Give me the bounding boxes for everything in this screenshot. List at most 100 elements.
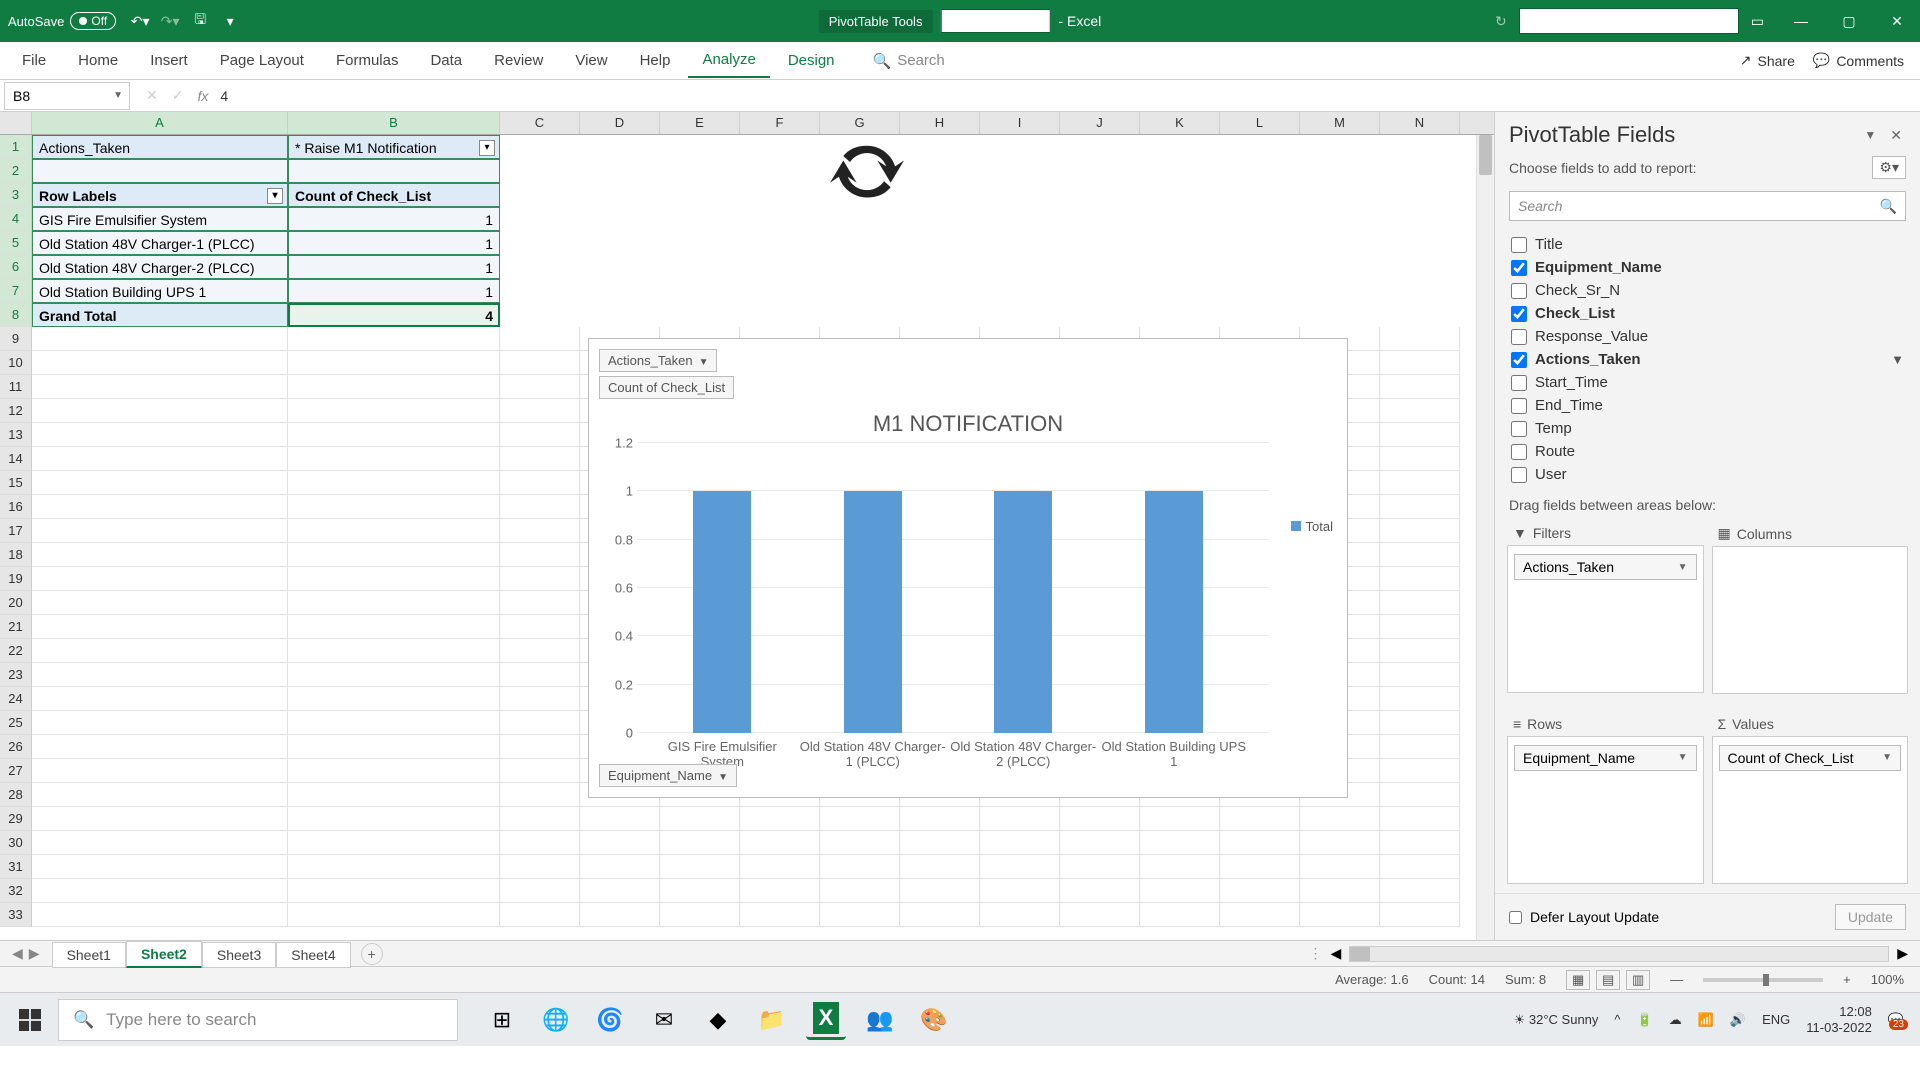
field-item[interactable]: Actions_Taken▼ <box>1505 348 1910 371</box>
row-header[interactable]: 23 <box>0 663 32 687</box>
area-item-filter[interactable]: Actions_Taken▼ <box>1514 554 1697 580</box>
row-header[interactable]: 20 <box>0 591 32 615</box>
col-header-e[interactable]: E <box>660 112 740 134</box>
row-header[interactable]: 26 <box>0 735 32 759</box>
row-header[interactable]: 1 <box>0 135 32 159</box>
clock[interactable]: 12:08 11-03-2022 <box>1806 1004 1872 1035</box>
prev-sheet-icon[interactable]: ◀ <box>12 945 23 962</box>
zoom-level[interactable]: 100% <box>1871 972 1904 987</box>
row-header[interactable]: 12 <box>0 399 32 423</box>
weather-widget[interactable]: ☀ 32°C Sunny <box>1514 1012 1599 1028</box>
row-header[interactable]: 11 <box>0 375 32 399</box>
field-checkbox[interactable] <box>1511 467 1527 483</box>
app-icon[interactable]: ◆ <box>698 1000 738 1040</box>
field-checkbox[interactable] <box>1511 306 1527 322</box>
chevron-down-icon[interactable]: ▼ <box>113 90 123 101</box>
tell-me-search[interactable]: 🔍 Search <box>873 52 945 70</box>
row-header[interactable]: 10 <box>0 351 32 375</box>
pivot-grand-total-label[interactable]: Grand Total <box>32 303 288 327</box>
col-header-d[interactable]: D <box>580 112 660 134</box>
area-item-row[interactable]: Equipment_Name▼ <box>1514 745 1697 771</box>
row-header[interactable]: 15 <box>0 471 32 495</box>
save-icon[interactable]: 🖫 <box>190 11 210 31</box>
close-button[interactable]: ✕ <box>1882 6 1912 36</box>
col-header-f[interactable]: F <box>740 112 820 134</box>
next-sheet-icon[interactable]: ▶ <box>29 945 40 962</box>
field-checkbox[interactable] <box>1511 352 1527 368</box>
field-item[interactable]: Temp <box>1505 417 1910 440</box>
field-item[interactable]: Start_Time <box>1505 371 1910 394</box>
sheet-tab[interactable]: Sheet1 <box>52 942 126 968</box>
row-header[interactable]: 2 <box>0 159 32 183</box>
pivot-value[interactable]: 1 <box>288 279 500 303</box>
field-checkbox[interactable] <box>1511 421 1527 437</box>
onedrive-icon[interactable]: ☁ <box>1669 1012 1682 1028</box>
sheet-tab[interactable]: Sheet2 <box>126 941 202 968</box>
pivot-row[interactable]: Old Station Building UPS 1 <box>32 279 288 303</box>
minimize-button[interactable]: — <box>1786 6 1816 36</box>
excel-icon[interactable]: X <box>806 1000 846 1040</box>
row-header[interactable]: 14 <box>0 447 32 471</box>
col-header-k[interactable]: K <box>1140 112 1220 134</box>
tab-analyze[interactable]: Analyze <box>688 43 769 78</box>
pivot-filter-value[interactable]: * Raise M1 Notification ▾ <box>288 135 500 159</box>
chart-legend[interactable]: Total <box>1291 519 1333 534</box>
filters-area[interactable]: Actions_Taken▼ <box>1507 545 1704 693</box>
row-header[interactable]: 19 <box>0 567 32 591</box>
col-header-a[interactable]: A <box>32 112 288 134</box>
col-header-n[interactable]: N <box>1380 112 1460 134</box>
comments-button[interactable]: 💬Comments <box>1813 52 1904 69</box>
document-title-input[interactable] <box>940 9 1050 33</box>
row-header[interactable]: 16 <box>0 495 32 519</box>
chart-axis-button[interactable]: Equipment_Name▼ <box>599 764 737 787</box>
page-layout-view-icon[interactable]: ▤ <box>1596 970 1620 990</box>
tab-help[interactable]: Help <box>626 44 685 77</box>
area-item-value[interactable]: Count of Check_List▼ <box>1719 745 1902 771</box>
language-indicator[interactable]: ENG <box>1762 1012 1790 1027</box>
field-checkbox[interactable] <box>1511 444 1527 460</box>
chart-title[interactable]: M1 NOTIFICATION <box>597 411 1339 437</box>
gear-icon[interactable]: ⚙▾ <box>1872 156 1906 179</box>
col-header-j[interactable]: J <box>1060 112 1140 134</box>
pane-options-icon[interactable]: ▼ <box>1864 128 1876 142</box>
row-header[interactable]: 27 <box>0 759 32 783</box>
enter-formula-icon[interactable]: ✓ <box>172 87 184 104</box>
tab-design[interactable]: Design <box>774 44 849 77</box>
taskbar-search[interactable]: 🔍 Type here to search <box>58 999 458 1041</box>
field-item[interactable]: Route <box>1505 440 1910 463</box>
tab-view[interactable]: View <box>561 44 621 77</box>
paint-icon[interactable]: 🎨 <box>914 1000 954 1040</box>
close-pane-button[interactable]: ✕ <box>1886 123 1906 148</box>
row-header[interactable]: 6 <box>0 255 32 279</box>
field-item[interactable]: Title <box>1505 233 1910 256</box>
zoom-out-icon[interactable]: — <box>1670 972 1683 987</box>
volume-icon[interactable]: 🔊 <box>1730 1012 1746 1028</box>
tab-insert[interactable]: Insert <box>136 44 202 77</box>
undo-icon[interactable]: ↶▾ <box>130 11 150 31</box>
tab-review[interactable]: Review <box>480 44 557 77</box>
ribbon-display-icon[interactable]: ▭ <box>1751 13 1764 30</box>
vertical-scrollbar[interactable] <box>1476 135 1494 940</box>
pivot-value[interactable]: 1 <box>288 207 500 231</box>
share-button[interactable]: ↗Share <box>1740 52 1795 69</box>
field-checkbox[interactable] <box>1511 398 1527 414</box>
chart-bar[interactable] <box>994 491 1052 733</box>
fx-icon[interactable]: fx <box>197 88 208 104</box>
col-header-m[interactable]: M <box>1300 112 1380 134</box>
row-header[interactable]: 13 <box>0 423 32 447</box>
field-item[interactable]: User <box>1505 463 1910 486</box>
chart-filter-button[interactable]: Actions_Taken▼ <box>599 349 717 372</box>
wifi-icon[interactable]: 📶 <box>1698 1012 1714 1028</box>
file-explorer-icon[interactable]: 📁 <box>752 1000 792 1040</box>
field-item[interactable]: Equipment_Name <box>1505 256 1910 279</box>
row-header[interactable]: 3 <box>0 183 32 207</box>
row-header[interactable]: 29 <box>0 807 32 831</box>
row-header[interactable]: 33 <box>0 903 32 927</box>
notification-center-icon[interactable]: 💬23 <box>1888 1012 1904 1028</box>
edge-icon[interactable]: 🌀 <box>590 1000 630 1040</box>
task-view-icon[interactable]: ⊞ <box>482 1000 522 1040</box>
sheet-tab[interactable]: Sheet3 <box>202 942 276 968</box>
pivot-row[interactable]: GIS Fire Emulsifier System <box>32 207 288 231</box>
account-name-box[interactable] <box>1519 8 1739 34</box>
cancel-formula-icon[interactable]: ✕ <box>146 87 158 104</box>
